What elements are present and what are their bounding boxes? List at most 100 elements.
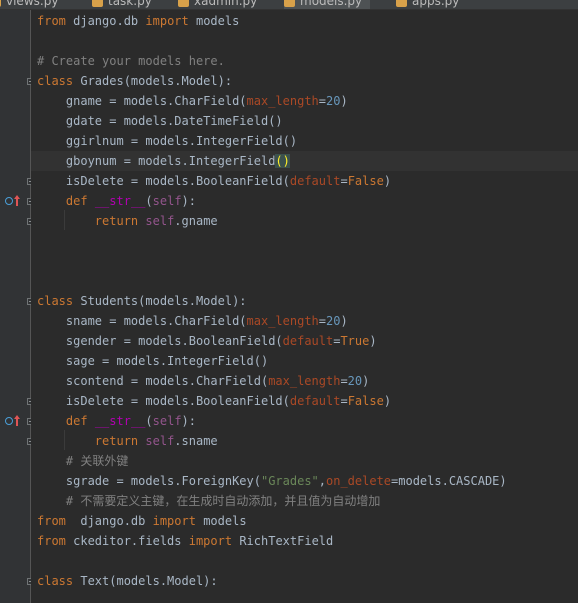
code-line[interactable] [31,551,578,571]
code-line[interactable]: # 关联外键 [31,451,578,471]
editor-tab-bar: views.py task.py xadmin.py models.py app… [0,0,578,10]
tab-xadmin-py[interactable]: xadmin.py [178,0,257,9]
code-line[interactable] [31,31,578,51]
code-token: models [195,514,247,528]
code-line[interactable]: def __str__(self): [31,191,578,211]
code-line[interactable]: sgender = models.BooleanField(default=Tr… [31,331,578,351]
code-token: default [289,394,341,408]
code-token: 20 [326,314,341,328]
code-line[interactable]: sage = models.IntegerField() [31,351,578,371]
tab-label: xadmin.py [194,0,258,8]
code-token: isDelete = models.BooleanField( [37,174,290,188]
code-line[interactable] [31,231,578,251]
tab-apps-py[interactable]: apps.py [396,0,459,9]
code-token: return [94,434,139,448]
code-line[interactable]: isDelete = models.BooleanField(default=F… [31,391,578,411]
code-line[interactable]: def __str__(self): [31,411,578,431]
code-token: ) [383,174,392,188]
code-token: max_length [246,94,319,108]
override-method-icon[interactable] [5,415,21,427]
tab-models-py[interactable]: models.py [284,0,371,9]
code-token: max_length [268,374,341,388]
code-token: () [275,154,290,168]
code-token: = [318,94,326,108]
code-line[interactable]: # 不需要定义主键，在生成时自动添加，并且值为自动增加 [31,491,578,511]
code-token: ) [340,94,348,108]
tab-label: views.py [6,0,59,8]
code-token: # 关联外键 [37,454,129,468]
code-token: gname = models.CharField( [37,94,247,108]
code-token: django.db [65,14,146,28]
code-token: django.db [65,514,153,528]
code-token: gboynum = models.IntegerField [37,154,276,168]
code-token: max_length [246,314,319,328]
code-line[interactable]: from django.db import models [31,11,578,31]
tab-label: models.py [300,0,363,8]
code-token: sname = models.CharField( [37,314,247,328]
code-line[interactable] [31,271,578,291]
code-token: ): [181,414,196,428]
code-token: .gname [174,214,218,228]
code-line[interactable]: # Create your models here. [31,51,578,71]
code-line[interactable]: class Grades(models.Model): [31,71,578,91]
code-line[interactable] [31,251,578,271]
code-token: from [37,514,66,528]
code-token: ): [181,194,196,208]
code-token: default [289,174,341,188]
code-token: sgender = models.BooleanField( [37,334,283,348]
code-token: ) [369,334,377,348]
code-token: ) [383,394,392,408]
python-file-icon [178,0,189,7]
code-line[interactable]: gdate = models.DateTimeField() [31,111,578,131]
code-line[interactable]: gboynum = models.IntegerField() [31,151,578,171]
code-line[interactable]: class Text(models.Model): [31,571,578,591]
ide-window: views.py task.py xadmin.py models.py app… [0,0,578,603]
code-token: import [188,534,233,548]
python-file-icon [0,0,1,7]
code-token: sage = models.IntegerField() [37,354,269,368]
code-token: True [340,334,370,348]
code-token: on_delete [326,474,392,488]
python-file-icon [92,0,103,7]
code-token: ) [362,374,370,388]
code-token: sgrade = models.ForeignKey( [37,474,261,488]
code-line[interactable]: return self.gname [31,211,578,231]
override-method-icon[interactable] [5,195,21,207]
line-gutter[interactable] [0,10,34,603]
code-line[interactable]: from django.db import models [31,511,578,531]
code-token: def [65,414,88,428]
code-line[interactable]: gname = models.CharField(max_length=20) [31,91,578,111]
code-token: def [65,194,88,208]
python-file-icon [284,0,295,7]
code-line[interactable]: class Students(models.Model): [31,291,578,311]
code-token: gdate = models.DateTimeField() [37,114,283,128]
code-line[interactable]: ggirlnum = models.IntegerField() [31,131,578,151]
code-token: scontend = models.CharField( [37,374,269,388]
tab-label: task.py [108,0,152,8]
code-line[interactable]: sgrade = models.ForeignKey("Grades",on_d… [31,471,578,491]
code-token: Grades(models.Model): [73,74,233,88]
code-editor[interactable]: from django.db import models # Create you… [31,10,578,603]
code-line[interactable]: isDelete = models.BooleanField(default=F… [31,171,578,191]
code-token: RichTextField [232,534,334,548]
code-token: Students(models.Model): [73,294,247,308]
code-token: = [340,174,348,188]
code-token: self [152,414,182,428]
code-token: default [282,334,334,348]
code-token: import [152,514,196,528]
tab-task-py[interactable]: task.py [92,0,152,9]
tab-views-py[interactable]: views.py [0,0,58,9]
code-line[interactable] [31,591,578,603]
code-line[interactable]: from ckeditor.fields import RichTextFiel… [31,531,578,551]
code-line[interactable]: sname = models.CharField(max_length=20) [31,311,578,331]
code-token: .sname [174,434,218,448]
code-token: ggirlnum = models.IntegerField() [37,134,298,148]
code-token: self [145,214,175,228]
code-line[interactable]: return self.sname [31,431,578,451]
code-line[interactable]: scontend = models.CharField(max_length=2… [31,371,578,391]
code-token: # 不需要定义主键，在生成时自动添加，并且值为自动增加 [37,494,381,508]
